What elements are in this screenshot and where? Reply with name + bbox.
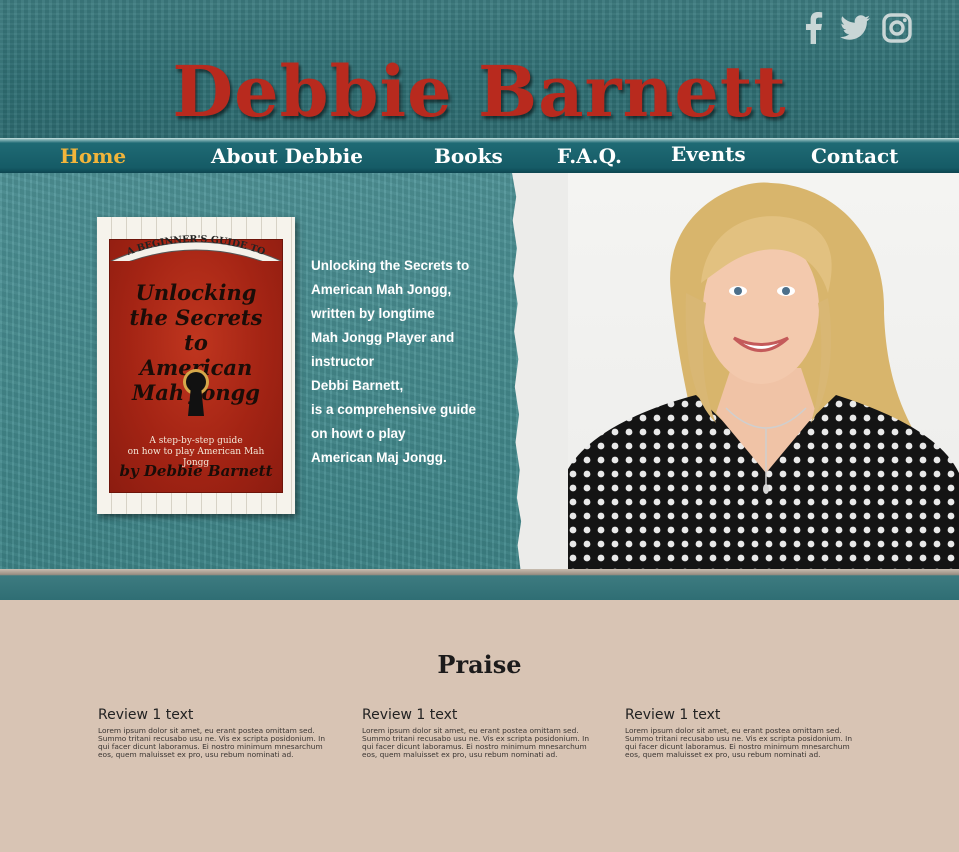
review-card: Review 1 text Lorem ipsum dolor sit amet… [625,707,863,759]
review-title: Review 1 text [362,707,458,723]
instagram-icon[interactable] [881,12,913,44]
nav-item-home[interactable]: Home [60,144,126,168]
review-body: Lorem ipsum dolor sit amet, eu erant pos… [625,726,853,759]
nav-item-events[interactable]: Events [671,142,746,166]
praise-heading: Praise [437,650,522,679]
book-banner: A BEGINNER'S GUIDE TO [110,234,282,261]
facebook-icon[interactable] [797,12,829,44]
nav-item-contact[interactable]: Contact [811,144,898,168]
section-divider [0,569,959,600]
twitter-icon[interactable] [839,12,871,44]
author-portrait-image [566,182,959,569]
author-photo [566,173,959,569]
nav-item-faq[interactable]: F.A.Q. [557,144,622,168]
review-card: Review 1 text Lorem ipsum dolor sit amet… [98,707,336,759]
book-author: by Debbie Barnett [119,462,273,480]
review-title: Review 1 text [625,707,721,723]
site-header: Debbie Barnett [0,0,959,140]
nav-item-books[interactable]: Books [434,144,503,168]
review-title: Review 1 text [98,707,194,723]
book-cover[interactable]: Unlocking the Secrets to American Mah Jo… [97,217,295,514]
main-nav: Home About Debbie Books F.A.Q. Events Co… [0,138,959,175]
book-cover-panel: Unlocking the Secrets to American Mah Jo… [109,239,283,493]
site-title[interactable]: Debbie Barnett [0,50,959,133]
review-card: Review 1 text Lorem ipsum dolor sit amet… [362,707,600,759]
nav-item-about-debbie[interactable]: About Debbie [211,144,363,168]
review-body: Lorem ipsum dolor sit amet, eu erant pos… [362,726,590,759]
social-links [797,12,913,44]
hero-description: Unlocking the Secrets to American Mah Jo… [311,258,477,465]
keyhole-icon [183,369,209,416]
review-body: Lorem ipsum dolor sit amet, eu erant pos… [98,726,326,759]
